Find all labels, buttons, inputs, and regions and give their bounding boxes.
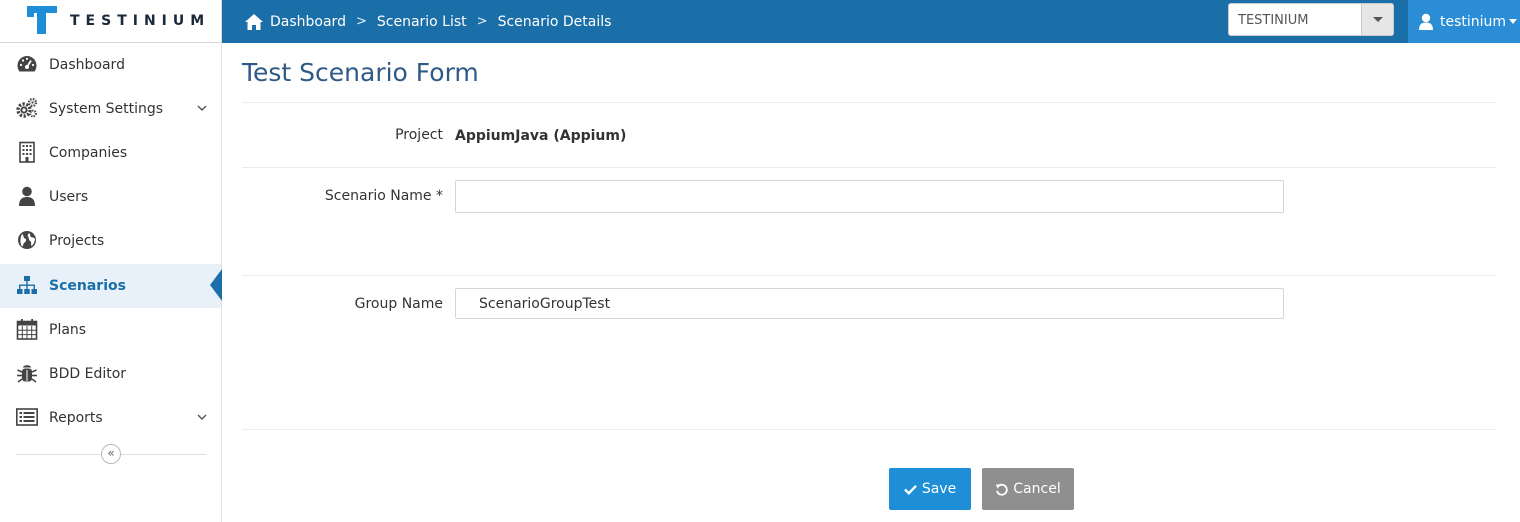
breadcrumb-dashboard[interactable]: Dashboard [270,14,346,30]
gears-icon [16,97,38,118]
save-button[interactable]: Save [889,468,971,510]
undo-icon [996,483,1009,496]
globe-icon [18,231,36,249]
scenario-name-label: Scenario Name * [324,188,443,204]
sidebar-item-system-settings[interactable]: System Settings [0,87,221,131]
user-name: testinium [1440,13,1507,30]
sidebar: Dashboard System Settings Companies User… [0,43,222,522]
sidebar-item-users[interactable]: Users [0,175,221,219]
divider [242,167,1496,168]
group-name-input[interactable]: ScenarioGroupTest [455,288,1284,319]
sidebar-item-label: Scenarios [49,278,126,294]
user-icon [1419,13,1433,30]
breadcrumb: Dashboard > Scenario List > Scenario Det… [244,0,611,43]
list-icon [16,408,38,426]
cancel-button[interactable]: Cancel [982,468,1074,510]
sidebar-item-projects[interactable]: Projects [0,219,221,263]
sidebar-item-label: Users [49,189,89,205]
scenario-name-input[interactable] [455,180,1284,213]
calendar-icon [16,319,38,340]
user-menu[interactable]: testinium [1408,0,1520,43]
sidebar-item-label: BDD Editor [49,366,127,382]
top-bar: Dashboard > Scenario List > Scenario Det… [222,0,1520,43]
breadcrumb-separator: > [476,14,488,29]
sidebar-item-companies[interactable]: Companies [0,131,221,175]
sitemap-icon [17,276,37,294]
logo[interactable]: TESTINIUM [0,0,222,43]
user-icon [19,186,35,206]
sidebar-item-scenarios[interactable]: Scenarios [0,264,222,308]
sidebar-item-label: Dashboard [49,57,125,73]
group-name-label: Group Name [354,296,443,312]
check-icon [903,484,917,495]
bug-icon [17,365,37,383]
cancel-button-label: Cancel [1013,481,1061,497]
chevron-down-icon [197,414,207,420]
page-title: Test Scenario Form [242,58,479,87]
sidebar-item-dashboard[interactable]: Dashboard [0,43,221,87]
sidebar-item-label: Companies [49,145,128,161]
brand-name: TESTINIUM [70,13,211,29]
collapse-sidebar-icon[interactable]: « [101,444,121,464]
dashboard-icon [17,56,37,72]
sidebar-item-label: System Settings [49,101,164,117]
organization-select[interactable]: TESTINIUM [1228,3,1394,36]
testinium-logo-icon [27,6,57,34]
app-root: TESTINIUM Dashboard > Scenario List > Sc… [0,0,1520,522]
breadcrumb-scenario-details: Scenario Details [497,13,612,30]
chevron-down-icon[interactable] [1361,4,1393,35]
building-icon [19,141,35,163]
project-value: AppiumJava (Appium) [455,128,627,144]
active-indicator [210,269,222,301]
breadcrumb-separator: > [355,14,367,29]
divider [242,102,1496,103]
sidebar-item-label: Reports [49,410,103,426]
divider [242,275,1496,276]
save-button-label: Save [921,481,957,497]
chevron-down-icon [197,105,207,111]
sidebar-item-label: Projects [49,233,105,249]
sidebar-item-plans[interactable]: Plans [0,308,221,352]
home-icon[interactable] [244,13,264,31]
project-label: Project [395,127,443,143]
sidebar-item-label: Plans [49,322,87,338]
breadcrumb-scenario-list[interactable]: Scenario List [377,14,467,30]
sidebar-item-bdd-editor[interactable]: BDD Editor [0,352,221,396]
organization-select-value: TESTINIUM [1238,13,1309,28]
sidebar-item-reports[interactable]: Reports [0,396,221,440]
caret-down-icon [1509,19,1518,24]
divider [242,429,1496,430]
